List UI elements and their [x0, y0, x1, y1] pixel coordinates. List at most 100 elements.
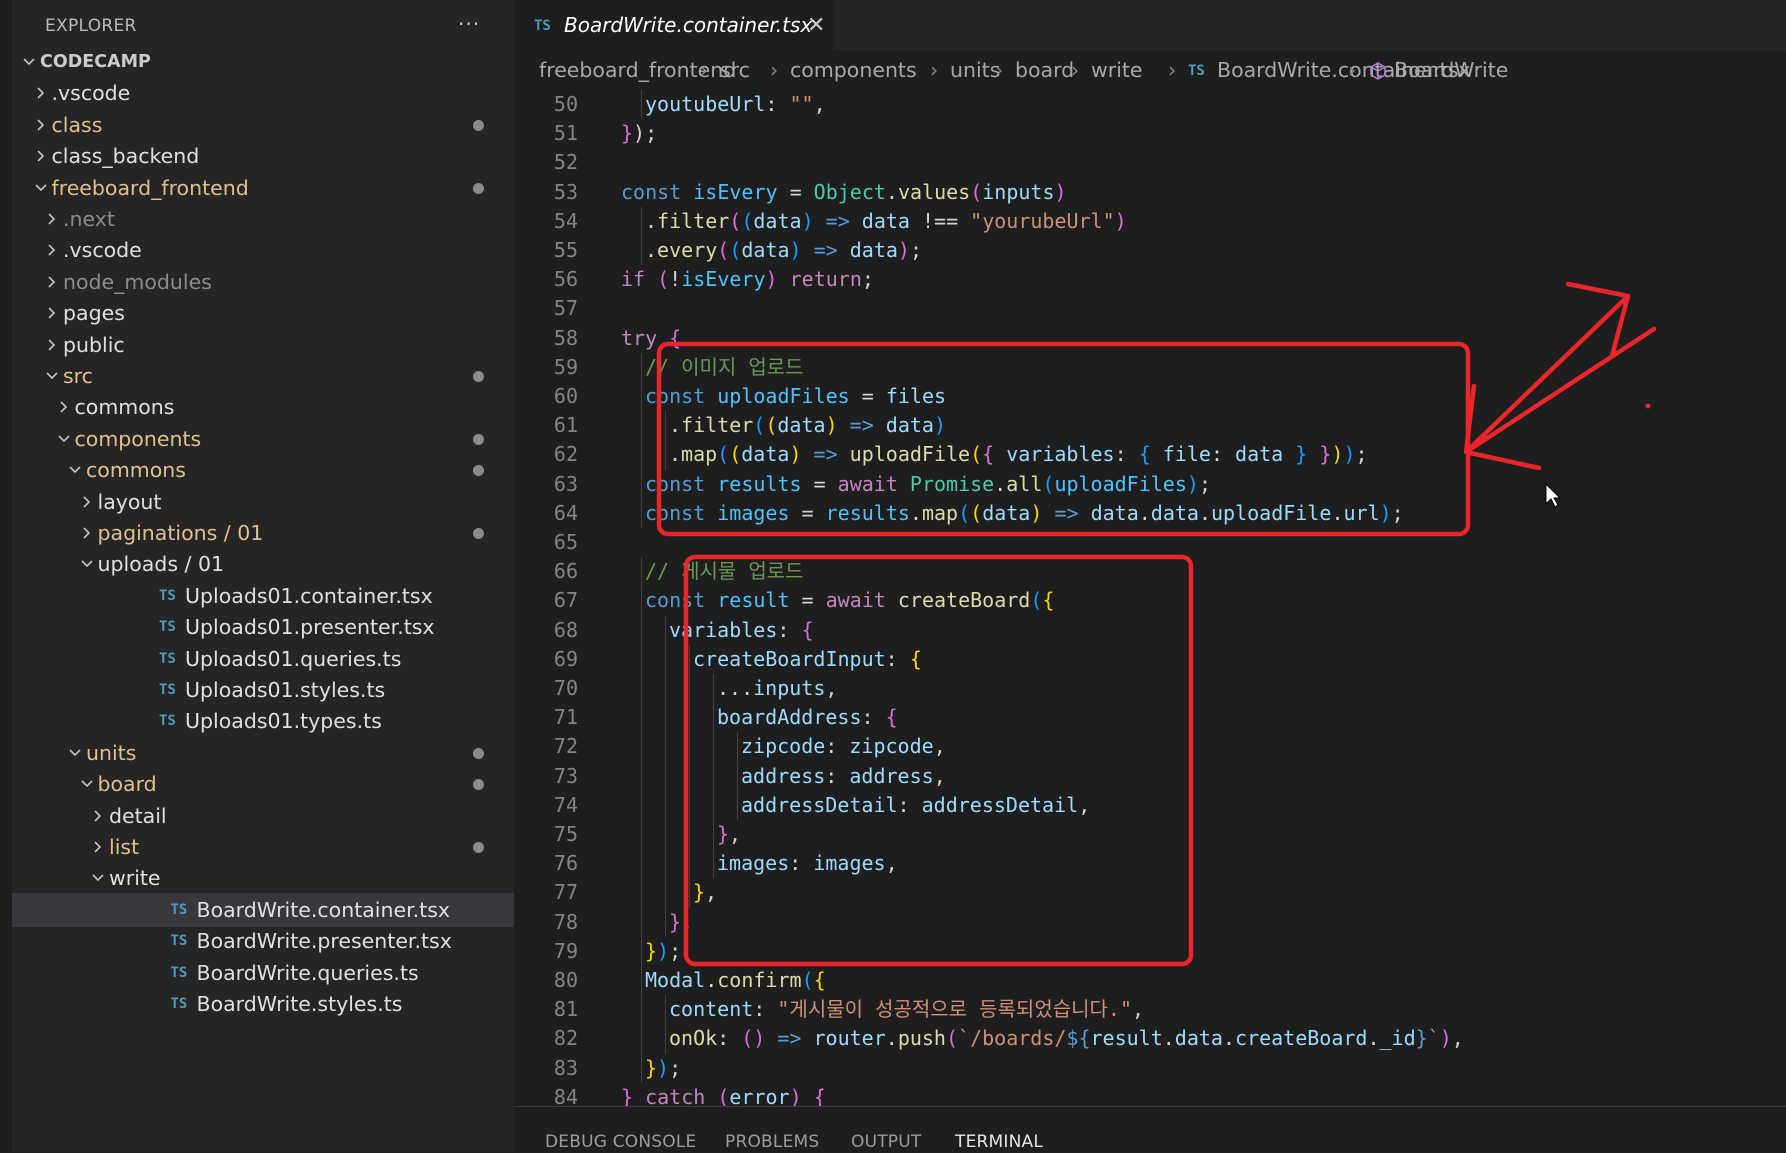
folder-item-pages[interactable]: pages [12, 296, 514, 330]
folder-item-vscode[interactable]: .vscode [12, 76, 514, 110]
folder-item-paginations-01[interactable]: paginations / 01 [12, 516, 514, 550]
folder-item-commons[interactable]: commons [12, 390, 514, 424]
breadcrumb-item[interactable]: components [790, 58, 917, 82]
chevron-down-icon[interactable] [78, 767, 98, 801]
code-line[interactable]: 75}, [514, 820, 1786, 850]
chevron-down-icon[interactable] [66, 736, 86, 770]
file-item-boardwrite-presenter-tsx[interactable]: TS BoardWrite.presenter.tsx [12, 924, 514, 958]
folder-item-vscode[interactable]: .vscode [12, 233, 514, 267]
breadcrumb-item[interactable]: src [720, 58, 750, 82]
chevron-right-icon[interactable] [89, 830, 109, 864]
more-actions-icon[interactable]: ··· [458, 12, 480, 36]
folder-item-public[interactable]: public [12, 328, 514, 362]
folder-item-board[interactable]: board [12, 767, 514, 801]
folder-item-freeboard-frontend[interactable]: freeboard_frontend [12, 171, 514, 205]
folder-item-class[interactable]: class [12, 108, 514, 142]
code-line[interactable]: 50 youtubeUrl: "", [514, 90, 1786, 120]
folder-item-detail[interactable]: detail [12, 799, 514, 833]
chevron-down-icon[interactable] [66, 453, 86, 487]
breadcrumb-item[interactable]: BoardWrite [1394, 58, 1508, 82]
file-item-uploads01-presenter-tsx[interactable]: TS Uploads01.presenter.tsx [12, 610, 514, 644]
folder-item-commons[interactable]: commons [12, 453, 514, 487]
chevron-down-icon[interactable] [43, 359, 63, 393]
code-line[interactable]: 82 onOk: () => router.push(`/boards/${res… [514, 1024, 1786, 1054]
code-line[interactable]: 64 const images = results.map((data) => d… [514, 498, 1786, 528]
code-line[interactable]: 81 content: "게시물이 성공적으로 등록되었습니다.", [514, 995, 1786, 1025]
folder-item-write[interactable]: write [12, 861, 514, 895]
file-item-uploads01-styles-ts[interactable]: TS Uploads01.styles.ts [12, 673, 514, 707]
chevron-right-icon[interactable] [32, 108, 52, 142]
code-line[interactable]: 67 const result = await createBoard({ [514, 586, 1786, 616]
folder-item-list[interactable]: list [12, 830, 514, 864]
folder-item-next[interactable]: .next [12, 202, 514, 236]
code-line[interactable]: 61 .filter((data) => data) [514, 411, 1786, 441]
folder-item-src[interactable]: src [12, 359, 514, 393]
file-item-boardwrite-queries-ts[interactable]: TS BoardWrite.queries.ts [12, 956, 514, 990]
chevron-down-icon[interactable] [89, 861, 109, 895]
code-line[interactable]: 77}, [514, 878, 1786, 908]
code-line[interactable]: 76 images: images, [514, 849, 1786, 879]
chevron-right-icon[interactable] [32, 76, 52, 110]
code-line[interactable]: 63 const results = await Promise.all(uplo… [514, 469, 1786, 499]
chevron-right-icon[interactable] [32, 139, 52, 173]
code-line[interactable]: 56 if (!isEvery) return; [514, 265, 1786, 294]
chevron-down-icon[interactable] [32, 171, 52, 205]
chevron-right-icon[interactable] [78, 516, 98, 550]
code-line[interactable]: 60 const uploadFiles = files [514, 382, 1786, 412]
code-line[interactable]: 79}); [514, 936, 1786, 966]
code-line[interactable]: 83}); [514, 1053, 1786, 1083]
chevron-down-icon[interactable] [20, 45, 40, 79]
folder-item-layout[interactable]: layout [12, 485, 514, 519]
folder-item-codecamp[interactable]: CODECAMP [12, 45, 514, 79]
code-line[interactable]: 51}); [514, 119, 1786, 148]
code-line[interactable]: 53 const isEvery = Object.values(inputs) [514, 178, 1786, 207]
breadcrumb-item[interactable]: board [1015, 58, 1074, 82]
code-line[interactable]: 78}, [514, 907, 1786, 937]
folder-item-units[interactable]: units [12, 736, 514, 770]
folder-item-node-modules[interactable]: node_modules [12, 265, 514, 299]
breadcrumb-item[interactable]: units [950, 58, 1000, 82]
panel-tab-debug-console[interactable]: DEBUG CONSOLE [545, 1132, 696, 1152]
chevron-right-icon[interactable] [55, 390, 75, 424]
code-line[interactable]: 55 .every((data) => data); [514, 236, 1786, 266]
code-line[interactable]: 54 .filter((data) => data !== "yourubeUrl… [514, 206, 1786, 236]
code-line[interactable]: 73 address: address, [514, 761, 1786, 791]
chevron-down-icon[interactable] [78, 547, 98, 581]
chevron-right-icon[interactable] [43, 233, 63, 267]
chevron-right-icon[interactable] [89, 799, 109, 833]
chevron-right-icon[interactable] [43, 296, 63, 330]
code-line[interactable]: 62 .map((data) => uploadFile({ variables:… [514, 440, 1786, 470]
code-line[interactable]: 72 zipcode: zipcode, [514, 732, 1786, 762]
file-item-boardwrite-styles-ts[interactable]: TS BoardWrite.styles.ts [12, 987, 514, 1021]
code-editor[interactable]: 50 youtubeUrl: "", 51}); 52 53 const isEvery … [514, 90, 1786, 1106]
close-icon[interactable]: ✕ [807, 13, 825, 38]
chevron-right-icon[interactable] [78, 485, 98, 519]
code-line[interactable]: 74 addressDetail: addressDetail, [514, 790, 1786, 820]
code-line[interactable]: 70 ...inputs, [514, 674, 1786, 704]
code-line[interactable]: 69 createBoardInput: { [514, 644, 1786, 674]
code-line[interactable]: 84} catch (error) { [514, 1083, 1786, 1106]
folder-item-class-backend[interactable]: class_backend [12, 139, 514, 173]
chevron-right-icon[interactable] [43, 265, 63, 299]
code-line[interactable]: 59 // 이미지 업로드 [514, 352, 1786, 382]
breadcrumb-item[interactable]: write [1091, 58, 1143, 82]
tab-boardwrite-container[interactable]: TS BoardWrite.container.tsx ✕ [514, 0, 834, 50]
code-line[interactable]: 57 [514, 294, 1786, 323]
folder-item-components[interactable]: components [12, 422, 514, 456]
panel-tab-problems[interactable]: PROBLEMS [725, 1132, 819, 1152]
file-item-uploads01-queries-ts[interactable]: TS Uploads01.queries.ts [12, 642, 514, 676]
file-item-uploads01-container-tsx[interactable]: TS Uploads01.container.tsx [12, 579, 514, 613]
code-line[interactable]: 52 [514, 148, 1786, 177]
code-line[interactable]: 58 try { [514, 324, 1786, 353]
folder-item-uploads-01[interactable]: uploads / 01 [12, 547, 514, 581]
panel-tab-output[interactable]: OUTPUT [851, 1132, 922, 1152]
chevron-down-icon[interactable] [55, 422, 75, 456]
code-line[interactable]: 80 Modal.confirm({ [514, 966, 1786, 996]
panel-tab-terminal[interactable]: TERMINAL [955, 1132, 1043, 1152]
code-line[interactable]: 66 // 게시물 업로드 [514, 557, 1786, 587]
code-line[interactable]: 65 [514, 528, 1786, 557]
file-item-uploads01-types-ts[interactable]: TS Uploads01.types.ts [12, 704, 514, 738]
chevron-right-icon[interactable] [43, 202, 63, 236]
chevron-right-icon[interactable] [43, 328, 63, 362]
code-line[interactable]: 68 variables: { [514, 615, 1786, 645]
